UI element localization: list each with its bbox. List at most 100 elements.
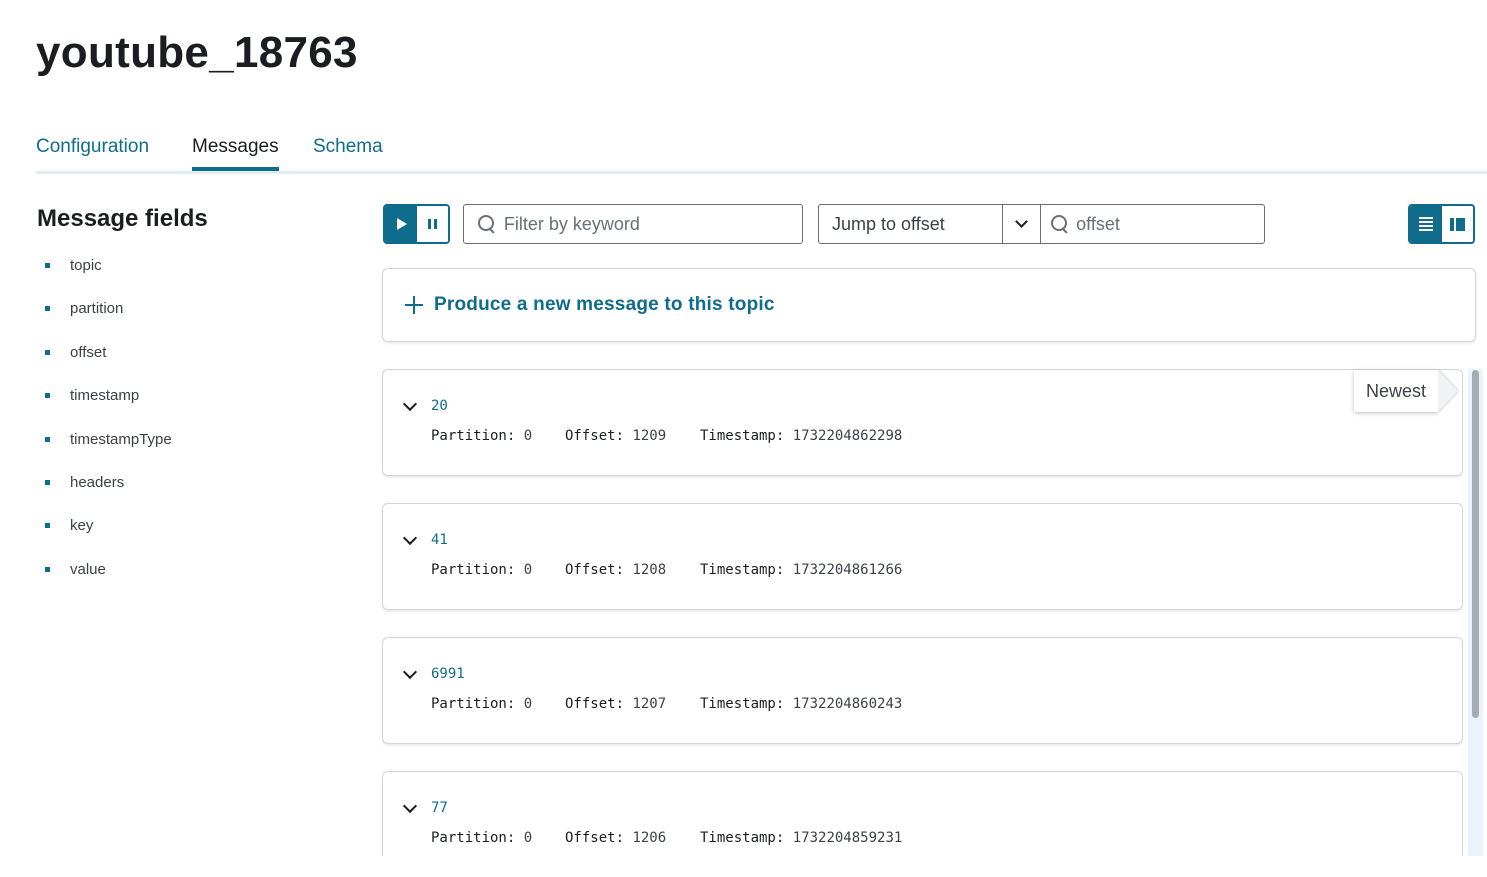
tab-messages[interactable]: Messages	[192, 136, 279, 171]
filter-input[interactable]	[503, 213, 802, 235]
field-item-key[interactable]: key	[45, 514, 172, 557]
offset-label: Offset:	[565, 830, 625, 846]
tab-bar: Configuration Messages Schema	[36, 128, 1487, 174]
chevron-down-icon[interactable]	[402, 396, 418, 412]
arrow-right-icon	[1438, 370, 1458, 412]
chevron-down-icon[interactable]	[402, 664, 418, 680]
partition-label: Partition:	[431, 562, 516, 578]
field-item-topic[interactable]: topic	[45, 254, 172, 297]
play-icon	[396, 218, 407, 230]
offset-meta: Offset: 1207	[565, 696, 666, 712]
field-label: offset	[70, 343, 107, 361]
offset-value: 1208	[632, 562, 667, 578]
bullet-icon	[45, 479, 50, 485]
message-card[interactable]: 77 Partition: 0 Offset: 1206 Timestamp: …	[382, 771, 1463, 856]
plus-icon	[405, 296, 423, 314]
bullet-icon	[45, 263, 50, 268]
play-button[interactable]	[385, 206, 417, 242]
topic-page: youtube_18763 Configuration Messages Sch…	[0, 0, 1487, 877]
pause-icon	[427, 219, 437, 229]
bullet-icon	[45, 349, 50, 355]
list-icon	[1418, 217, 1433, 231]
newest-badge[interactable]: Newest	[1354, 370, 1438, 412]
field-label: value	[70, 560, 106, 578]
partition-meta: Partition: 0	[431, 562, 532, 578]
field-label: partition	[70, 300, 124, 318]
timestamp-label: Timestamp:	[700, 696, 785, 712]
page-title: youtube_18763	[36, 28, 358, 77]
offset-meta: Offset: 1209	[565, 428, 666, 444]
jump-to-offset-select[interactable]: Jump to offset	[818, 204, 1041, 244]
field-item-value[interactable]: value	[45, 558, 172, 601]
offset-label: Offset:	[565, 562, 625, 578]
field-label: timestampType	[70, 430, 172, 448]
chevron-down-icon	[1015, 215, 1028, 228]
message-key: 20	[431, 398, 448, 414]
field-item-offset[interactable]: offset	[45, 341, 172, 384]
field-label: headers	[70, 473, 125, 491]
timestamp-value: 1732204861266	[792, 562, 903, 578]
offset-label: Offset:	[565, 428, 625, 444]
bullet-icon	[45, 306, 50, 312]
timestamp-value: 1732204860243	[792, 696, 903, 712]
partition-value: 0	[523, 562, 533, 578]
offset-meta: Offset: 1208	[565, 562, 666, 578]
message-fields-list: topic partition offset timestamp timesta…	[45, 254, 172, 601]
split-view-icon	[1449, 217, 1465, 231]
pause-button[interactable]	[416, 206, 448, 242]
tab-schema[interactable]: Schema	[313, 136, 383, 168]
split-view-button[interactable]	[1441, 206, 1473, 242]
play-pause-toggle	[383, 204, 450, 244]
jump-select-toggle[interactable]	[1002, 205, 1040, 243]
partition-meta: Partition: 0	[431, 428, 532, 444]
field-item-headers[interactable]: headers	[45, 471, 172, 514]
tab-configuration[interactable]: Configuration	[36, 136, 149, 168]
partition-meta: Partition: 0	[431, 696, 532, 712]
list-view-button[interactable]	[1410, 206, 1442, 242]
partition-meta: Partition: 0	[431, 830, 532, 846]
bullet-icon	[45, 566, 50, 572]
timestamp-value: 1732204859231	[792, 830, 903, 846]
search-icon	[1051, 215, 1068, 233]
produce-message-label: Produce a new message to this topic	[434, 294, 775, 315]
field-item-timestamp[interactable]: timestamp	[45, 384, 172, 427]
field-item-partition[interactable]: partition	[45, 297, 172, 340]
partition-value: 0	[523, 428, 533, 444]
bullet-icon	[45, 436, 50, 442]
scrollbar-thumb[interactable]	[1472, 370, 1479, 718]
offset-input-wrapper	[1040, 204, 1265, 244]
field-item-timestamptype[interactable]: timestampType	[45, 428, 172, 471]
field-label: key	[70, 517, 94, 535]
message-key: 6991	[431, 666, 465, 682]
offset-value: 1207	[632, 696, 667, 712]
partition-label: Partition:	[431, 696, 516, 712]
search-icon	[478, 215, 494, 233]
timestamp-value: 1732204862298	[792, 428, 903, 444]
partition-label: Partition:	[431, 830, 516, 846]
jump-select-label: Jump to offset	[832, 213, 945, 234]
message-card[interactable]: 41 Partition: 0 Offset: 1208 Timestamp: …	[382, 503, 1463, 610]
timestamp-label: Timestamp:	[700, 562, 785, 578]
filter-input-wrapper	[463, 204, 803, 244]
offset-input[interactable]	[1076, 213, 1264, 235]
partition-value: 0	[523, 696, 533, 712]
message-card[interactable]: 6991 Partition: 0 Offset: 1207 Timestamp…	[382, 637, 1463, 744]
timestamp-meta: Timestamp: 1732204861266	[700, 562, 902, 578]
message-card[interactable]: 20 Partition: 0 Offset: 1209 Timestamp: …	[382, 369, 1463, 476]
message-key: 77	[431, 800, 448, 816]
bullet-icon	[45, 393, 50, 399]
chevron-down-icon[interactable]	[402, 798, 418, 814]
offset-value: 1206	[632, 830, 667, 846]
timestamp-label: Timestamp:	[700, 830, 785, 846]
timestamp-label: Timestamp:	[700, 428, 785, 444]
bullet-icon	[45, 523, 50, 529]
message-key: 41	[431, 532, 448, 548]
offset-label: Offset:	[565, 696, 625, 712]
produce-message-button[interactable]: Produce a new message to this topic	[382, 268, 1476, 342]
partition-label: Partition:	[431, 428, 516, 444]
view-mode-toggle	[1408, 204, 1475, 244]
partition-value: 0	[523, 830, 533, 846]
timestamp-meta: Timestamp: 1732204862298	[700, 428, 902, 444]
offset-meta: Offset: 1206	[565, 830, 666, 846]
chevron-down-icon[interactable]	[402, 530, 418, 546]
